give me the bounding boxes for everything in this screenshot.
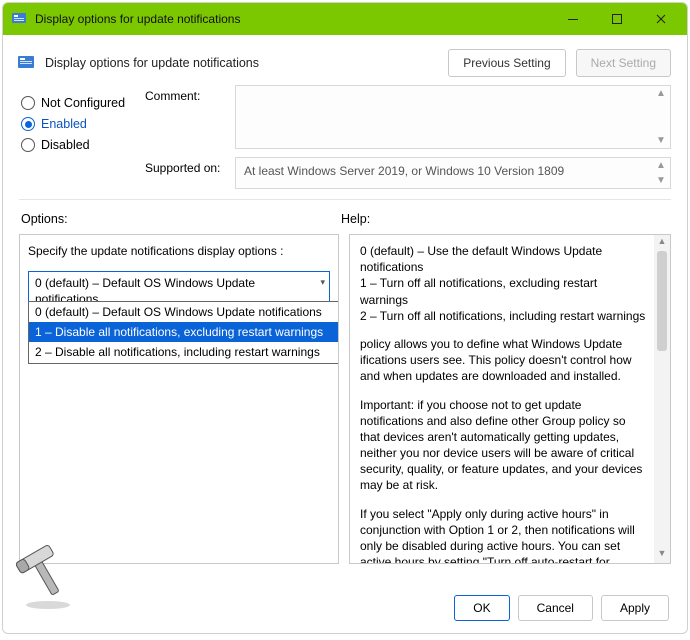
app-icon bbox=[11, 11, 27, 27]
scroll-up-icon[interactable]: ▲ bbox=[654, 88, 668, 99]
help-line: 0 (default) – Use the default Windows Up… bbox=[360, 243, 646, 275]
scroll-down-icon[interactable]: ▼ bbox=[658, 547, 667, 563]
previous-setting-button[interactable]: Previous Setting bbox=[448, 49, 565, 77]
supported-on-value: At least Windows Server 2019, or Windows… bbox=[235, 157, 671, 189]
spec-label: Specify the update notifications display… bbox=[28, 243, 330, 259]
radio-disabled[interactable]: Disabled bbox=[21, 138, 133, 152]
policy-icon bbox=[17, 54, 35, 72]
comment-label: Comment: bbox=[145, 85, 229, 103]
scroll-down-icon[interactable]: ▼ bbox=[654, 175, 668, 186]
dropdown-option-0[interactable]: 0 (default) – Default OS Windows Update … bbox=[29, 302, 339, 322]
scroll-up-icon[interactable]: ▲ bbox=[654, 160, 668, 171]
cancel-button[interactable]: Cancel bbox=[518, 595, 593, 621]
policy-title: Display options for update notifications bbox=[45, 56, 438, 70]
apply-button[interactable]: Apply bbox=[601, 595, 669, 621]
radio-enabled[interactable]: Enabled bbox=[21, 117, 133, 131]
radio-icon bbox=[21, 117, 35, 131]
options-heading: Options: bbox=[21, 212, 341, 226]
help-scrollbar[interactable]: ▲ ▼ bbox=[654, 235, 670, 563]
help-line: 1 – Turn off all notifications, excludin… bbox=[360, 275, 646, 307]
scrollbar-thumb[interactable] bbox=[657, 251, 667, 351]
dropdown-option-1[interactable]: 1 – Disable all notifications, excluding… bbox=[29, 322, 339, 342]
comment-textarea[interactable]: ▲ ▼ bbox=[235, 85, 671, 149]
supported-on-text: At least Windows Server 2019, or Windows… bbox=[244, 164, 564, 178]
help-pane: 0 (default) – Use the default Windows Up… bbox=[349, 234, 671, 564]
radio-label: Not Configured bbox=[41, 96, 125, 110]
radio-icon bbox=[21, 96, 35, 110]
ok-button[interactable]: OK bbox=[454, 595, 509, 621]
chevron-down-icon: ▾ bbox=[320, 276, 325, 288]
radio-label: Enabled bbox=[41, 117, 87, 131]
next-setting-button: Next Setting bbox=[576, 49, 671, 77]
options-pane: Specify the update notifications display… bbox=[19, 234, 339, 564]
help-paragraph: Important: if you choose not to get upda… bbox=[360, 397, 646, 494]
maximize-button[interactable] bbox=[595, 3, 639, 35]
dropdown-option-2[interactable]: 2 – Disable all notifications, including… bbox=[29, 342, 339, 362]
help-line: 2 – Turn off all notifications, includin… bbox=[360, 308, 646, 324]
window-title: Display options for update notifications bbox=[35, 12, 240, 26]
close-button[interactable] bbox=[639, 3, 683, 35]
help-heading: Help: bbox=[341, 212, 370, 226]
radio-not-configured[interactable]: Not Configured bbox=[21, 96, 133, 110]
window-titlebar: Display options for update notifications bbox=[3, 3, 687, 35]
minimize-button[interactable] bbox=[551, 3, 595, 35]
watermark-hammer-icon bbox=[13, 543, 83, 613]
supported-on-label: Supported on: bbox=[145, 157, 229, 175]
scroll-down-icon[interactable]: ▼ bbox=[654, 135, 668, 146]
help-paragraph: If you select "Apply only during active … bbox=[360, 506, 646, 564]
radio-label: Disabled bbox=[41, 138, 90, 152]
dropdown-list: 0 (default) – Default OS Windows Update … bbox=[28, 301, 339, 364]
help-paragraph: policy allows you to define what Windows… bbox=[360, 336, 646, 385]
radio-icon bbox=[21, 138, 35, 152]
scroll-up-icon[interactable]: ▲ bbox=[658, 235, 667, 251]
